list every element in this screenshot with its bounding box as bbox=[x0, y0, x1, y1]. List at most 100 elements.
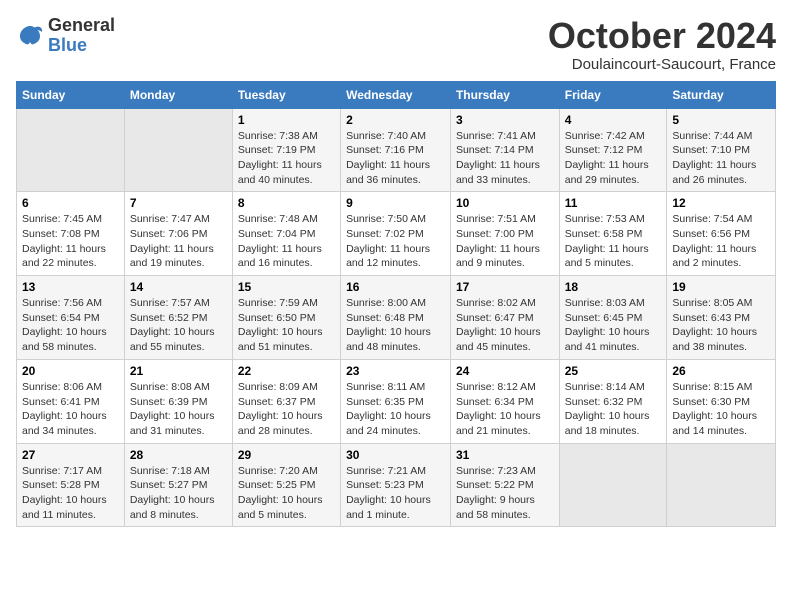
day-info: Sunrise: 8:08 AMSunset: 6:39 PMDaylight:… bbox=[130, 380, 227, 439]
day-info: Sunrise: 8:00 AMSunset: 6:48 PMDaylight:… bbox=[346, 296, 445, 355]
day-info: Sunrise: 7:21 AMSunset: 5:23 PMDaylight:… bbox=[346, 464, 445, 523]
calendar-cell: 6 Sunrise: 7:45 AMSunset: 7:08 PMDaylight… bbox=[17, 192, 125, 276]
calendar-cell: 27 Sunrise: 7:17 AMSunset: 5:28 PMDayligh… bbox=[17, 443, 125, 527]
day-number: 27 bbox=[22, 448, 119, 462]
calendar-table: SundayMondayTuesdayWednesdayThursdayFrid… bbox=[16, 81, 776, 528]
weekday-header-tuesday: Tuesday bbox=[232, 81, 340, 108]
weekday-header-sunday: Sunday bbox=[17, 81, 125, 108]
day-number: 31 bbox=[456, 448, 554, 462]
logo-blue: Blue bbox=[48, 36, 115, 56]
day-info: Sunrise: 7:23 AMSunset: 5:22 PMDaylight:… bbox=[456, 464, 554, 523]
day-info: Sunrise: 7:44 AMSunset: 7:10 PMDaylight:… bbox=[672, 129, 770, 188]
day-number: 10 bbox=[456, 196, 554, 210]
day-number: 25 bbox=[565, 364, 662, 378]
weekday-header-friday: Friday bbox=[559, 81, 667, 108]
day-info: Sunrise: 7:48 AMSunset: 7:04 PMDaylight:… bbox=[238, 212, 335, 271]
calendar-cell: 2Sunrise: 7:40 AMSunset: 7:16 PMDaylight… bbox=[341, 108, 451, 192]
day-number: 7 bbox=[130, 196, 227, 210]
calendar-cell: 7 Sunrise: 7:47 AMSunset: 7:06 PMDaylight… bbox=[124, 192, 232, 276]
day-info: Sunrise: 8:12 AMSunset: 6:34 PMDaylight:… bbox=[456, 380, 554, 439]
day-info: Sunrise: 7:57 AMSunset: 6:52 PMDaylight:… bbox=[130, 296, 227, 355]
calendar-cell: 18 Sunrise: 8:03 AMSunset: 6:45 PMDayligh… bbox=[559, 276, 667, 360]
day-number: 4 bbox=[565, 113, 662, 127]
day-number: 24 bbox=[456, 364, 554, 378]
logo: General Blue bbox=[16, 16, 115, 56]
day-number: 23 bbox=[346, 364, 445, 378]
calendar-cell: 16 Sunrise: 8:00 AMSunset: 6:48 PMDayligh… bbox=[341, 276, 451, 360]
calendar-week-1: 1Sunrise: 7:38 AMSunset: 7:19 PMDaylight… bbox=[17, 108, 776, 192]
day-number: 22 bbox=[238, 364, 335, 378]
calendar-cell: 3 Sunrise: 7:41 AMSunset: 7:14 PMDaylight… bbox=[450, 108, 559, 192]
calendar-cell bbox=[559, 443, 667, 527]
day-number: 11 bbox=[565, 196, 662, 210]
logo-bird-icon bbox=[16, 22, 44, 50]
day-info: Sunrise: 7:18 AMSunset: 5:27 PMDaylight:… bbox=[130, 464, 227, 523]
day-info: Sunrise: 7:45 AMSunset: 7:08 PMDaylight:… bbox=[22, 212, 119, 271]
calendar-cell bbox=[124, 108, 232, 192]
day-number: 18 bbox=[565, 280, 662, 294]
calendar-cell: 21 Sunrise: 8:08 AMSunset: 6:39 PMDayligh… bbox=[124, 359, 232, 443]
day-number: 5 bbox=[672, 113, 770, 127]
day-number: 16 bbox=[346, 280, 445, 294]
calendar-cell: 10 Sunrise: 7:51 AMSunset: 7:00 PMDayligh… bbox=[450, 192, 559, 276]
calendar-cell: 22Sunrise: 8:09 AMSunset: 6:37 PMDayligh… bbox=[232, 359, 340, 443]
calendar-cell: 28 Sunrise: 7:18 AMSunset: 5:27 PMDayligh… bbox=[124, 443, 232, 527]
day-number: 28 bbox=[130, 448, 227, 462]
calendar-cell: 23 Sunrise: 8:11 AMSunset: 6:35 PMDayligh… bbox=[341, 359, 451, 443]
day-info: Sunrise: 8:15 AMSunset: 6:30 PMDaylight:… bbox=[672, 380, 770, 439]
day-number: 2 bbox=[346, 113, 445, 127]
calendar-cell: 19Sunrise: 8:05 AMSunset: 6:43 PMDayligh… bbox=[667, 276, 776, 360]
weekday-header-row: SundayMondayTuesdayWednesdayThursdayFrid… bbox=[17, 81, 776, 108]
day-number: 9 bbox=[346, 196, 445, 210]
day-number: 26 bbox=[672, 364, 770, 378]
location-title: Doulaincourt-Saucourt, France bbox=[548, 56, 776, 73]
day-info: Sunrise: 7:51 AMSunset: 7:00 PMDaylight:… bbox=[456, 212, 554, 271]
calendar-cell: 5 Sunrise: 7:44 AMSunset: 7:10 PMDaylight… bbox=[667, 108, 776, 192]
title-block: October 2024 Doulaincourt-Saucourt, Fran… bbox=[548, 16, 776, 73]
calendar-cell: 14 Sunrise: 7:57 AMSunset: 6:52 PMDayligh… bbox=[124, 276, 232, 360]
calendar-cell: 11 Sunrise: 7:53 AMSunset: 6:58 PMDayligh… bbox=[559, 192, 667, 276]
day-info: Sunrise: 8:11 AMSunset: 6:35 PMDaylight:… bbox=[346, 380, 445, 439]
weekday-header-saturday: Saturday bbox=[667, 81, 776, 108]
day-info: Sunrise: 7:17 AMSunset: 5:28 PMDaylight:… bbox=[22, 464, 119, 523]
calendar-cell: 30 Sunrise: 7:21 AMSunset: 5:23 PMDayligh… bbox=[341, 443, 451, 527]
day-info: Sunrise: 8:14 AMSunset: 6:32 PMDaylight:… bbox=[565, 380, 662, 439]
day-number: 15 bbox=[238, 280, 335, 294]
calendar-cell: 4 Sunrise: 7:42 AMSunset: 7:12 PMDaylight… bbox=[559, 108, 667, 192]
calendar-week-4: 20 Sunrise: 8:06 AMSunset: 6:41 PMDayligh… bbox=[17, 359, 776, 443]
month-title: October 2024 bbox=[548, 16, 776, 56]
day-info: Sunrise: 7:54 AMSunset: 6:56 PMDaylight:… bbox=[672, 212, 770, 271]
day-info: Sunrise: 8:02 AMSunset: 6:47 PMDaylight:… bbox=[456, 296, 554, 355]
day-number: 3 bbox=[456, 113, 554, 127]
calendar-cell: 1Sunrise: 7:38 AMSunset: 7:19 PMDaylight… bbox=[232, 108, 340, 192]
weekday-header-wednesday: Wednesday bbox=[341, 81, 451, 108]
day-info: Sunrise: 8:06 AMSunset: 6:41 PMDaylight:… bbox=[22, 380, 119, 439]
day-number: 20 bbox=[22, 364, 119, 378]
day-info: Sunrise: 7:47 AMSunset: 7:06 PMDaylight:… bbox=[130, 212, 227, 271]
calendar-week-5: 27 Sunrise: 7:17 AMSunset: 5:28 PMDayligh… bbox=[17, 443, 776, 527]
day-number: 12 bbox=[672, 196, 770, 210]
calendar-cell: 24 Sunrise: 8:12 AMSunset: 6:34 PMDayligh… bbox=[450, 359, 559, 443]
day-info: Sunrise: 7:53 AMSunset: 6:58 PMDaylight:… bbox=[565, 212, 662, 271]
day-info: Sunrise: 7:59 AMSunset: 6:50 PMDaylight:… bbox=[238, 296, 335, 355]
calendar-cell: 29Sunrise: 7:20 AMSunset: 5:25 PMDayligh… bbox=[232, 443, 340, 527]
logo-general: General bbox=[48, 16, 115, 36]
day-number: 6 bbox=[22, 196, 119, 210]
calendar-week-3: 13Sunrise: 7:56 AMSunset: 6:54 PMDayligh… bbox=[17, 276, 776, 360]
weekday-header-monday: Monday bbox=[124, 81, 232, 108]
day-number: 29 bbox=[238, 448, 335, 462]
day-number: 17 bbox=[456, 280, 554, 294]
day-number: 21 bbox=[130, 364, 227, 378]
day-info: Sunrise: 7:42 AMSunset: 7:12 PMDaylight:… bbox=[565, 129, 662, 188]
calendar-cell: 9 Sunrise: 7:50 AMSunset: 7:02 PMDaylight… bbox=[341, 192, 451, 276]
weekday-header-thursday: Thursday bbox=[450, 81, 559, 108]
day-number: 30 bbox=[346, 448, 445, 462]
day-number: 14 bbox=[130, 280, 227, 294]
day-info: Sunrise: 7:56 AMSunset: 6:54 PMDaylight:… bbox=[22, 296, 119, 355]
day-info: Sunrise: 7:41 AMSunset: 7:14 PMDaylight:… bbox=[456, 129, 554, 188]
day-info: Sunrise: 8:03 AMSunset: 6:45 PMDaylight:… bbox=[565, 296, 662, 355]
calendar-cell: 13Sunrise: 7:56 AMSunset: 6:54 PMDayligh… bbox=[17, 276, 125, 360]
page-header: General Blue October 2024 Doulaincourt-S… bbox=[16, 16, 776, 73]
calendar-week-2: 6 Sunrise: 7:45 AMSunset: 7:08 PMDaylight… bbox=[17, 192, 776, 276]
day-info: Sunrise: 7:50 AMSunset: 7:02 PMDaylight:… bbox=[346, 212, 445, 271]
